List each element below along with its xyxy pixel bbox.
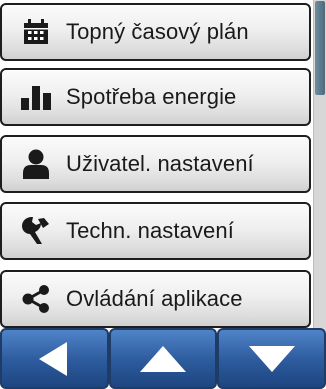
calendar-icon bbox=[16, 12, 56, 52]
menu-item-app-control[interactable]: Ovládání aplikace bbox=[0, 270, 311, 328]
scroll-up-button[interactable] bbox=[108, 328, 218, 389]
menu-item-label: Ovládání aplikace bbox=[66, 286, 243, 311]
menu-item-label: Uživatel. nastavení bbox=[66, 151, 254, 176]
scrollbar-thumb[interactable] bbox=[315, 1, 325, 95]
menu-item-technical-settings[interactable]: Techn. nastavení bbox=[0, 202, 311, 260]
menu-item-label: Topný časový plán bbox=[66, 19, 249, 44]
menu-item-energy-consumption[interactable]: Spotřeba energie bbox=[0, 68, 311, 126]
scroll-down-button[interactable] bbox=[217, 328, 326, 389]
vertical-scrollbar[interactable] bbox=[313, 0, 326, 332]
arrow-left-icon bbox=[39, 341, 69, 376]
menu-item-heating-schedule[interactable]: Topný časový plán bbox=[0, 3, 311, 61]
wrench-icon bbox=[16, 211, 56, 251]
arrow-down-icon bbox=[248, 345, 295, 372]
menu-item-user-settings[interactable]: Uživatel. nastavení bbox=[0, 135, 311, 193]
thermostat-menu-screen: Topný časový plán Spotřeba energie Uživa… bbox=[0, 0, 326, 389]
user-icon bbox=[16, 144, 56, 184]
main-menu: Topný časový plán Spotřeba energie Uživa… bbox=[0, 0, 312, 332]
menu-item-label: Techn. nastavení bbox=[66, 218, 234, 243]
arrow-up-icon bbox=[140, 345, 186, 372]
navigation-bar bbox=[0, 328, 326, 389]
back-button[interactable] bbox=[0, 328, 109, 389]
bar-chart-icon bbox=[16, 77, 56, 117]
menu-item-label: Spotřeba energie bbox=[66, 84, 237, 109]
share-icon bbox=[16, 279, 56, 319]
